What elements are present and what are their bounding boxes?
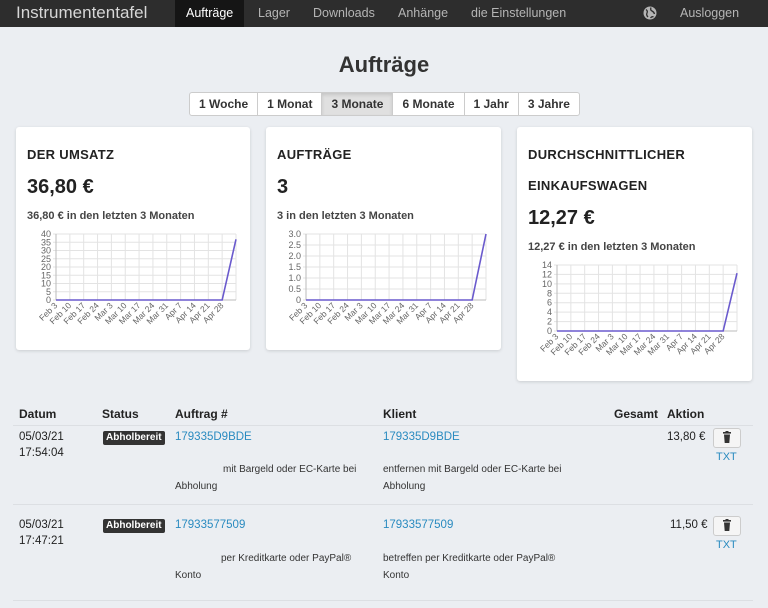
y-tick-label: 12	[542, 269, 552, 279]
time-range-selector: 1 Woche 1 Monat 3 Monate 6 Monate 1 Jahr…	[189, 92, 580, 116]
y-tick-label: 6	[547, 298, 552, 308]
y-tick-label: 2.5	[288, 240, 301, 250]
nav-item-auftraege[interactable]: Aufträge	[175, 0, 245, 27]
y-tick-label: 2	[547, 317, 552, 327]
nav-item-downloads[interactable]: Downloads	[302, 0, 386, 27]
trash-icon	[723, 519, 731, 531]
revenue-subtext: 36,80 € in den letzten 3 Monaten	[27, 210, 195, 222]
orders-value: 3	[277, 176, 289, 198]
txt-export-link[interactable]: TXT	[716, 539, 737, 551]
row-divider	[13, 600, 753, 601]
logout-link[interactable]: Ausloggen	[669, 0, 750, 26]
column-header-gesamt: Gesamt	[614, 407, 659, 421]
orders-chart: 00.51.01.52.02.53.0Feb 3Feb 10Feb 17Feb …	[287, 230, 487, 326]
range-3-months-button[interactable]: 3 Monate	[322, 93, 394, 115]
y-tick-label: 40	[41, 230, 51, 239]
globe-icon[interactable]	[642, 5, 658, 21]
client-payment-note-2: Konto	[383, 570, 410, 581]
brand-link[interactable]: Instrumententafel	[16, 3, 147, 23]
column-header-datum: Datum	[19, 407, 57, 421]
y-tick-label: 4	[547, 307, 552, 317]
orders-card-title: AUFTRÄGE	[277, 147, 352, 162]
avg-cart-chart: 02468101214Feb 3Feb 10Feb 17Feb 24Mar 3M…	[538, 261, 738, 357]
range-1-week-button[interactable]: 1 Woche	[190, 93, 259, 115]
client-id-link[interactable]: 179335D9BDE	[383, 429, 460, 446]
revenue-chart: 0510152025303540Feb 3Feb 10Feb 17Feb 24M…	[37, 230, 237, 326]
page-title: Aufträge	[338, 52, 430, 77]
y-tick-label: 2.0	[288, 251, 301, 261]
series-line	[56, 239, 237, 301]
client-payment-note-2: Abholung	[383, 481, 426, 492]
order-payment-note-2: Konto	[175, 570, 202, 581]
delete-order-button[interactable]	[713, 428, 741, 448]
status-badge: Abholbereit	[103, 519, 165, 533]
row-divider	[13, 504, 753, 505]
top-navbar: Instrumententafel Aufträge Lager Downloa…	[0, 0, 768, 27]
trash-icon	[723, 431, 731, 443]
range-1-year-button[interactable]: 1 Jahr	[465, 93, 519, 115]
column-header-klient: Klient	[383, 407, 417, 421]
orders-subtext: 3 in den letzten 3 Monaten	[277, 210, 414, 222]
order-id-link[interactable]: 17933577509	[175, 517, 245, 534]
nav-item-lager[interactable]: Lager	[247, 0, 301, 27]
order-total: 11,50 €	[670, 519, 708, 531]
order-id-link[interactable]: 179335D9BDE	[175, 429, 252, 446]
status-badge: Abholbereit	[103, 431, 165, 445]
order-time: 17:54:04	[19, 447, 64, 459]
y-tick-label: 8	[547, 288, 552, 298]
avg-cart-card: DURCHSCHNITTLICHER EINKAUFSWAGEN 12,27 €…	[517, 127, 752, 381]
y-tick-label: 1.5	[288, 262, 301, 272]
revenue-card-title: DER UMSATZ	[27, 147, 115, 162]
delete-order-button[interactable]	[713, 516, 741, 536]
order-date: 05/03/21	[19, 519, 64, 531]
column-header-status: Status	[102, 407, 139, 421]
y-tick-label: 10	[542, 279, 552, 289]
avg-cart-value: 12,27 €	[528, 207, 595, 229]
order-payment-note: mit Bargeld oder EC-Karte bei	[223, 464, 357, 475]
txt-export-link[interactable]: TXT	[716, 451, 737, 463]
order-date: 05/03/21	[19, 431, 64, 443]
column-header-aktion: Aktion	[667, 407, 705, 421]
avg-cart-subtext: 12,27 € in den letzten 3 Monaten	[528, 241, 696, 253]
y-tick-label: 14	[542, 261, 552, 270]
revenue-value: 36,80 €	[27, 176, 94, 198]
range-6-months-button[interactable]: 6 Monate	[393, 93, 465, 115]
y-tick-label: 3.0	[288, 230, 301, 239]
revenue-card: DER UMSATZ 36,80 € 36,80 € in den letzte…	[16, 127, 250, 350]
nav-item-anhaenge[interactable]: Anhänge	[387, 0, 459, 27]
nav-item-einstellungen[interactable]: die Einstellungen	[460, 0, 577, 27]
client-id-link[interactable]: 17933577509	[383, 517, 453, 534]
order-time: 17:47:21	[19, 535, 64, 547]
client-payment-note: betreffen per Kreditkarte oder PayPal®	[383, 553, 556, 564]
orders-card: AUFTRÄGE 3 3 in den letzten 3 Monaten 00…	[266, 127, 501, 350]
header-divider	[13, 425, 753, 426]
series-line	[557, 272, 738, 332]
avg-cart-card-title: DURCHSCHNITTLICHER	[528, 147, 686, 162]
column-header-auftrag: Auftrag #	[175, 407, 228, 421]
range-3-years-button[interactable]: 3 Jahre	[519, 93, 579, 115]
range-1-month-button[interactable]: 1 Monat	[258, 93, 323, 115]
avg-cart-card-title-line2: EINKAUFSWAGEN	[528, 178, 648, 193]
y-tick-label: 1.0	[288, 273, 301, 283]
order-payment-note: per Kreditkarte oder PayPal®	[221, 553, 352, 564]
order-total: 13,80 €	[667, 431, 706, 443]
y-tick-label: 0.5	[288, 284, 301, 294]
order-payment-note-2: Abholung	[175, 481, 218, 492]
client-payment-note: entfernen mit Bargeld oder EC-Karte bei	[383, 464, 562, 475]
